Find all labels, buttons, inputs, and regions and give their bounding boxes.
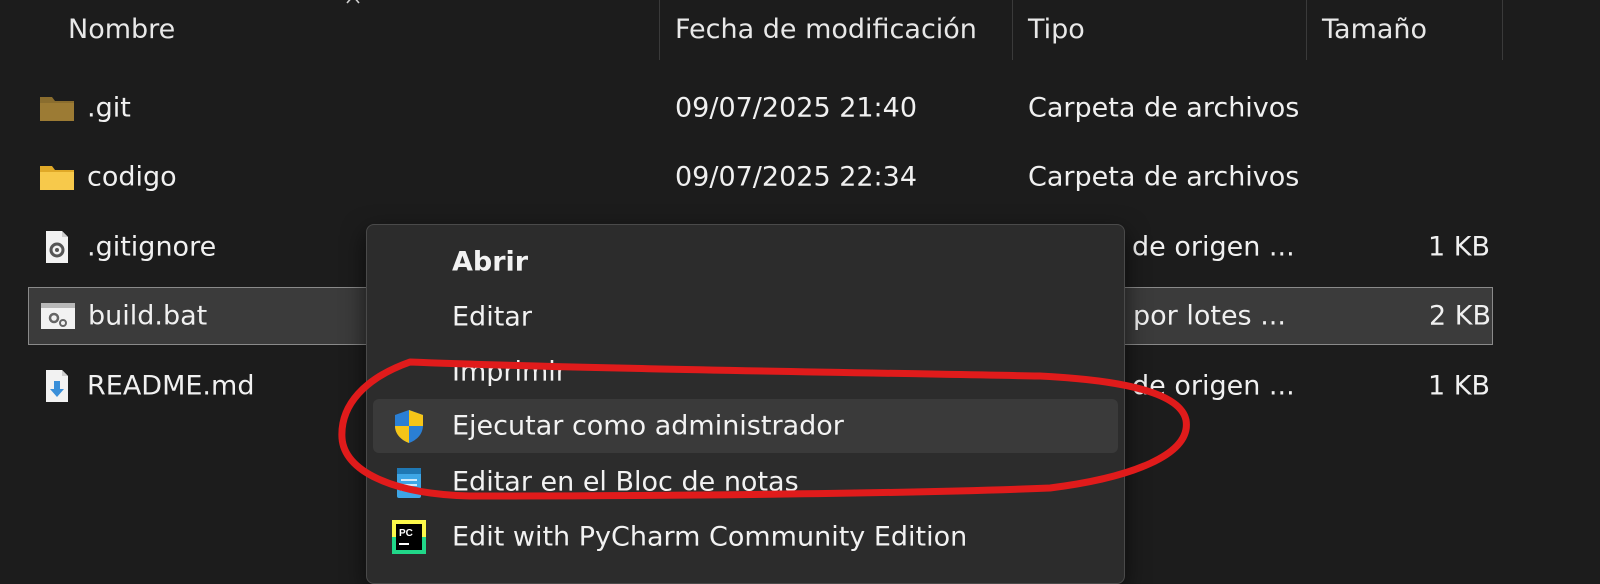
folder-icon	[40, 166, 74, 190]
menu-item-label: Imprimir	[452, 356, 567, 388]
menu-item-editar[interactable]: Editar	[373, 290, 1118, 344]
column-header-size[interactable]: Tamaño	[1322, 14, 1427, 45]
column-divider[interactable]	[659, 0, 660, 60]
menu-item-pycharm[interactable]: PC Edit with PyCharm Community Edition	[373, 510, 1118, 564]
column-divider[interactable]	[1012, 0, 1013, 60]
file-modified: 09/07/2025 21:40	[675, 92, 918, 124]
column-divider[interactable]	[1502, 0, 1503, 60]
menu-item-run-as-admin[interactable]: Ejecutar como administrador	[373, 399, 1118, 453]
file-row-git[interactable]: .git 09/07/2025 21:40 Carpeta de archivo…	[28, 79, 1493, 137]
column-header-bar: Nombre Fecha de modificación Tipo Tamaño	[0, 0, 1600, 60]
file-name: .gitignore	[87, 231, 217, 263]
file-type: de origen ...	[1132, 231, 1295, 263]
menu-item-notepad[interactable]: Editar en el Bloc de notas	[373, 455, 1118, 509]
column-header-name[interactable]: Nombre	[68, 14, 175, 45]
column-header-type[interactable]: Tipo	[1028, 14, 1085, 45]
settings-file-icon	[46, 231, 68, 263]
menu-item-label: Abrir	[452, 246, 529, 278]
file-name: README.md	[87, 370, 255, 402]
file-modified: 09/07/2025 22:34	[675, 161, 918, 193]
column-header-modified[interactable]: Fecha de modificación	[675, 14, 977, 45]
file-size: 1 KB	[1428, 231, 1490, 263]
menu-item-imprimir[interactable]: Imprimir	[373, 345, 1118, 399]
file-name: codigo	[87, 161, 177, 193]
file-type: Carpeta de archivos	[1028, 92, 1300, 124]
menu-item-label: Editar	[452, 301, 532, 333]
batch-file-icon	[41, 303, 75, 329]
pycharm-icon: PC	[392, 520, 426, 554]
menu-item-label: Ejecutar como administrador	[452, 410, 844, 442]
svg-text:PC: PC	[399, 528, 413, 539]
file-name: .git	[87, 92, 131, 124]
download-file-icon	[46, 370, 68, 402]
file-size: 1 KB	[1428, 370, 1490, 402]
file-type: por lotes ...	[1133, 300, 1286, 332]
file-type: Carpeta de archivos	[1028, 161, 1300, 193]
folder-icon	[40, 97, 74, 121]
file-size: 2 KB	[1429, 300, 1491, 332]
uac-shield-icon	[395, 410, 423, 443]
menu-item-label: Editar en el Bloc de notas	[452, 466, 799, 498]
notepad-icon	[397, 468, 421, 498]
context-menu: Abrir Editar Imprimir Ejecutar como admi…	[366, 224, 1125, 584]
column-divider[interactable]	[1306, 0, 1307, 60]
sort-ascending-icon	[346, 0, 360, 4]
file-name: build.bat	[88, 300, 208, 332]
menu-item-abrir[interactable]: Abrir	[373, 235, 1118, 289]
file-row-codigo[interactable]: codigo 09/07/2025 22:34 Carpeta de archi…	[28, 148, 1493, 206]
file-type: de origen ...	[1132, 370, 1295, 402]
menu-item-label: Edit with PyCharm Community Edition	[452, 521, 968, 553]
